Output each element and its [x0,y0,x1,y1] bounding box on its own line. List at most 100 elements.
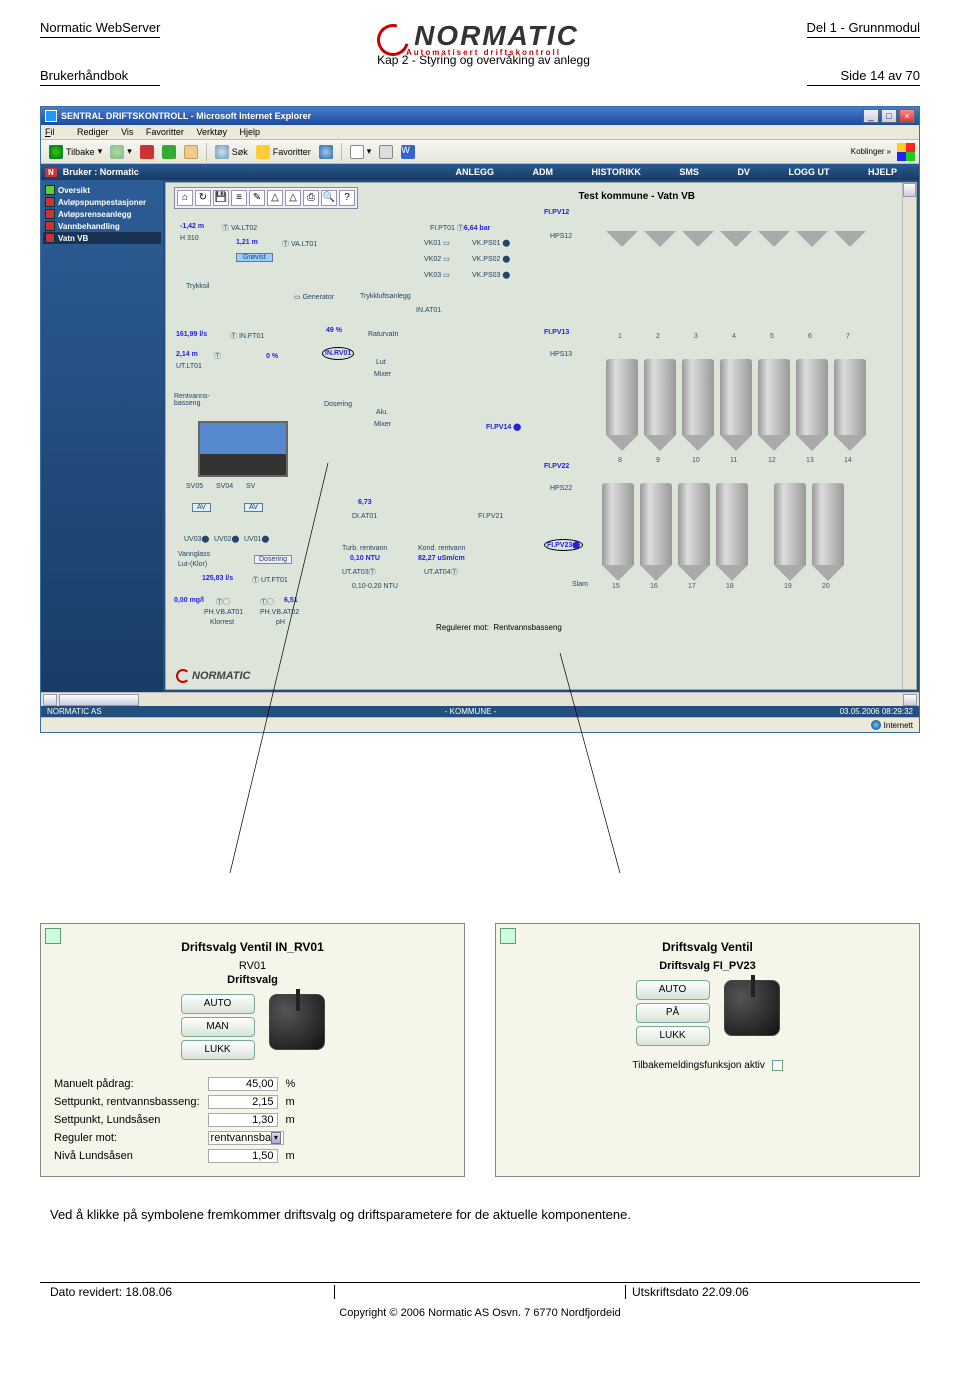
checkbox[interactable] [772,1060,783,1071]
dlg-right-title: Driftsvalg Ventil [504,940,911,954]
sidebar-item-oversikt[interactable]: Oversikt [43,184,161,196]
dlg-left-title: Driftsvalg Ventil IN_RV01 [49,940,456,954]
forward-icon [110,145,124,159]
tab-adm[interactable]: ADM [533,167,554,177]
doc-sub-right: Side 14 av 70 [807,68,920,83]
canvas-title: Test kommune - Vatn VB [579,191,696,202]
tool-help-icon[interactable]: ? [339,190,355,206]
menu-fil[interactable]: Fil [45,127,65,137]
document-header: Normatic WebServer Brukerhåndbok NORMATI… [40,20,920,86]
browser-menu: Fil Rediger Vis Favoritter Verktøy Hjelp [41,125,919,140]
tool-home-icon[interactable]: ⌂ [177,190,193,206]
tab-anlegg[interactable]: ANLEGG [456,167,495,177]
menu-hjelp[interactable]: Hjelp [239,127,260,137]
search-icon [215,145,229,159]
tool-edit-icon[interactable]: ✎ [249,190,265,206]
mail-button[interactable]: ▾ [346,142,376,162]
dialog-right: Driftsvalg Ventil Driftsvalg FI_PV23 AUT… [495,923,920,1177]
tool-save-icon[interactable]: 💾 [213,190,229,206]
browser-toolbar: Tilbake ▾ ▾ Søk Favoritter ▾ W Koblinger… [41,140,919,164]
menu-vis[interactable]: Vis [121,127,133,137]
dialog-left: Driftsvalg Ventil IN_RV01 RV01 Driftsval… [40,923,465,1177]
doc-title-left: Normatic WebServer [40,20,160,35]
param-label: Manuelt pådrag: [51,1076,203,1092]
tool-list-icon[interactable]: ≡ [231,190,247,206]
tool-zoom-icon[interactable]: 🔍 [321,190,337,206]
dialogs: Driftsvalg Ventil IN_RV01 RV01 Driftsval… [40,923,920,1177]
dlg-right-sub2: Driftsvalg FI_PV23 [659,960,756,972]
param-input[interactable]: 1,30 [208,1113,278,1127]
param-label: Reguler mot: [51,1130,203,1146]
tab-historikk[interactable]: HISTORIKK [592,167,641,177]
back-button[interactable]: Tilbake ▾ [45,142,106,162]
word-icon: W [401,145,415,159]
param-input[interactable]: 45,00 [208,1077,278,1091]
pin-icon[interactable] [500,928,516,944]
param-input[interactable]: 2,15 [208,1095,278,1109]
canvas-toolbar: ⌂ ↻ 💾 ≡ ✎ △ △ ⎙ 🔍 ? [174,187,358,209]
btn-auto[interactable]: AUTO [181,994,255,1014]
btn-man[interactable]: MAN [181,1017,255,1037]
home-button[interactable] [180,142,202,162]
refresh-icon [162,145,176,159]
minimize-button[interactable]: _ [863,109,879,123]
sidebar-item-avlop-pumpe[interactable]: Avløpspumpestasjoner [43,196,161,208]
stop-button[interactable] [136,142,158,162]
print-icon [379,145,393,159]
back-icon [49,145,63,159]
maximize-button[interactable]: □ [881,109,897,123]
tab-loggut[interactable]: LOGG UT [788,167,829,177]
favorites-button[interactable]: Favoritter [252,142,315,162]
browser-titlebar: SENTRAL DRIFTSKONTROLL - Microsoft Inter… [41,107,919,125]
param-input[interactable]: 1,50 [208,1149,278,1163]
close-button[interactable]: × [899,109,915,123]
history-icon [319,145,333,159]
tool-user-icon[interactable]: △ [267,190,283,206]
tool-refresh-icon[interactable]: ↻ [195,190,211,206]
word-button[interactable]: W [397,142,419,162]
param-label: Settpunkt, rentvannsbasseng: [51,1094,203,1110]
history-button[interactable] [315,142,337,162]
search-button[interactable]: Søk [211,142,252,162]
print-button[interactable] [375,142,397,162]
param-select[interactable]: rentvannsba▾ [208,1131,284,1145]
leader-lines [40,733,920,913]
links-label[interactable]: Koblinger [851,147,885,156]
chevron-down-icon: ▾ [271,1132,280,1144]
tool-print-icon[interactable]: ⎙ [303,190,319,206]
pin-icon[interactable] [45,928,61,944]
btn-lukk[interactable]: LUKK [636,1026,710,1046]
tab-sms[interactable]: SMS [679,167,699,177]
footer-right: Utskriftsdato 22.09.06 [626,1285,916,1299]
user-label: Bruker : Normatic [63,167,139,177]
btn-auto[interactable]: AUTO [636,980,710,1000]
home-icon [184,145,198,159]
status-icon [45,197,55,207]
valve-icon [269,994,325,1050]
app-tabs: ANLEGG ADM HISTORIKK SMS DV LOGG UT HJEL… [438,167,916,177]
valve-icon [724,980,780,1036]
mail-icon [350,145,364,159]
btn-lukk[interactable]: LUKK [181,1040,255,1060]
status-icon [45,185,55,195]
tool-user2-icon[interactable]: △ [285,190,301,206]
body-text: Ved å klikke på symbolene fremkommer dri… [50,1207,910,1222]
menu-rediger[interactable]: Rediger [77,127,109,137]
footer-mid [335,1285,626,1299]
refresh-button[interactable] [158,142,180,162]
menu-verk[interactable]: Verktøy [196,127,227,137]
menu-fav[interactable]: Favoritter [146,127,184,137]
footer-left: Dato revidert: 18.08.06 [44,1285,335,1299]
tab-dv[interactable]: DV [737,167,750,177]
app-navbar: N Bruker : Normatic ANLEGG ADM HISTORIKK… [41,164,919,180]
param-label: Settpunkt, Lundsåsen [51,1112,203,1128]
tab-hjelp[interactable]: HJELP [868,167,897,177]
param-label: Nivå Lundsåsen [51,1148,203,1164]
forward-button[interactable]: ▾ [106,142,136,162]
doc-title-right: Del 1 - Grunnmodul [807,20,920,35]
btn-pa[interactable]: PÅ [636,1003,710,1023]
dlg-left-sub2: Driftsvalg [227,974,278,986]
doc-footer: Dato revidert: 18.08.06 Utskriftsdato 22… [40,1282,920,1301]
doc-sub-left: Brukerhåndbok [40,68,160,83]
star-icon [256,145,270,159]
